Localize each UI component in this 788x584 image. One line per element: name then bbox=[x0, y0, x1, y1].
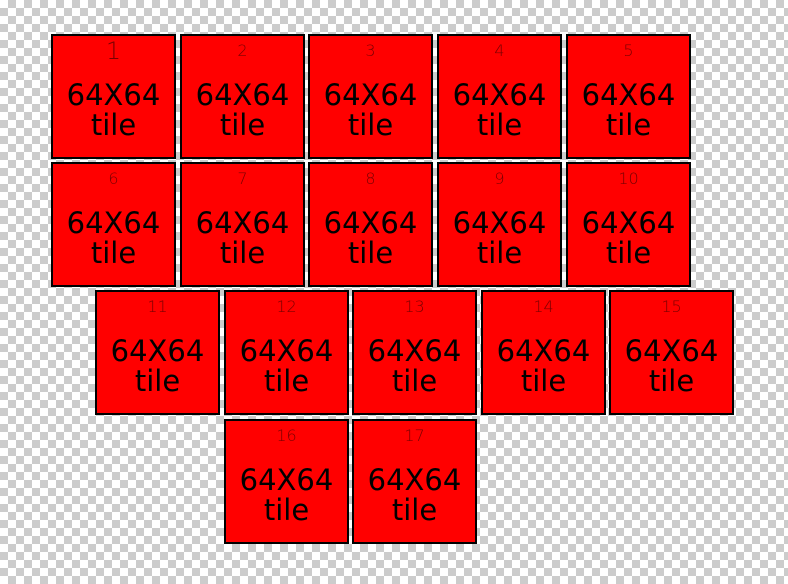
tile-word: tile bbox=[605, 108, 652, 142]
tile-size-label: 64X64 bbox=[110, 334, 205, 368]
tile-word: tile bbox=[520, 364, 567, 398]
tile-word: tile bbox=[391, 364, 438, 398]
tile-17: 17 64X64 tile bbox=[352, 419, 477, 544]
tile-14: 14 64X64 tile bbox=[481, 290, 606, 415]
tile-number: 15 bbox=[661, 297, 682, 316]
tile-4: 4 64X64 tile bbox=[437, 34, 562, 159]
tile-number: 7 bbox=[237, 169, 248, 188]
tile-10: 10 64X64 tile bbox=[566, 162, 691, 287]
tile-number: 9 bbox=[494, 169, 505, 188]
tile-16: 16 64X64 tile bbox=[224, 419, 349, 544]
tile-2: 2 64X64 tile bbox=[180, 34, 305, 159]
tile-word: tile bbox=[476, 236, 523, 270]
tile-3: 3 64X64 tile bbox=[308, 34, 433, 159]
tile-size-label: 64X64 bbox=[581, 206, 676, 240]
tile-12: 12 64X64 tile bbox=[224, 290, 349, 415]
tile-size-label: 64X64 bbox=[195, 78, 290, 112]
tile-size-label: 64X64 bbox=[195, 206, 290, 240]
tile-word: tile bbox=[263, 364, 310, 398]
tile-number: 14 bbox=[533, 297, 554, 316]
tile-word: tile bbox=[347, 108, 394, 142]
tile-word: tile bbox=[134, 364, 181, 398]
tile-number: 11 bbox=[147, 297, 168, 316]
tile-size-label: 64X64 bbox=[496, 334, 591, 368]
tile-size-label: 64X64 bbox=[581, 78, 676, 112]
tile-size-label: 64X64 bbox=[367, 463, 462, 497]
tile-number: 6 bbox=[108, 169, 119, 188]
tile-13: 13 64X64 tile bbox=[352, 290, 477, 415]
tile-word: tile bbox=[90, 236, 137, 270]
tile-number: 12 bbox=[276, 297, 297, 316]
tile-number: 8 bbox=[365, 169, 376, 188]
tile-word: tile bbox=[219, 236, 266, 270]
tile-number: 5 bbox=[623, 41, 634, 60]
tile-number: 2 bbox=[237, 41, 248, 60]
tile-15: 15 64X64 tile bbox=[609, 290, 734, 415]
tile-number: 10 bbox=[618, 169, 639, 188]
tile-number: 17 bbox=[404, 426, 425, 445]
tile-word: tile bbox=[347, 236, 394, 270]
tileset-canvas: { "tiles": [ {"number": "1", "size_label… bbox=[0, 0, 788, 584]
tile-number: 4 bbox=[494, 41, 505, 60]
tile-7: 7 64X64 tile bbox=[180, 162, 305, 287]
tile-word: tile bbox=[263, 493, 310, 527]
tile-8: 8 64X64 tile bbox=[308, 162, 433, 287]
tile-9: 9 64X64 tile bbox=[437, 162, 562, 287]
tile-number: 13 bbox=[404, 297, 425, 316]
tile-size-label: 64X64 bbox=[624, 334, 719, 368]
tile-6: 6 64X64 tile bbox=[51, 162, 176, 287]
tile-word: tile bbox=[391, 493, 438, 527]
tile-number: 1 bbox=[105, 37, 122, 65]
tile-word: tile bbox=[648, 364, 695, 398]
tile-5: 5 64X64 tile bbox=[566, 34, 691, 159]
tile-word: tile bbox=[219, 108, 266, 142]
tile-size-label: 64X64 bbox=[452, 206, 547, 240]
tile-1: 1 64X64 tile bbox=[51, 34, 176, 159]
tile-size-label: 64X64 bbox=[367, 334, 462, 368]
tile-word: tile bbox=[90, 108, 137, 142]
tile-size-label: 64X64 bbox=[323, 206, 418, 240]
tile-number: 3 bbox=[365, 41, 376, 60]
tile-size-label: 64X64 bbox=[452, 78, 547, 112]
tile-size-label: 64X64 bbox=[239, 463, 334, 497]
tile-size-label: 64X64 bbox=[66, 78, 161, 112]
tile-size-label: 64X64 bbox=[239, 334, 334, 368]
tile-size-label: 64X64 bbox=[66, 206, 161, 240]
tile-word: tile bbox=[605, 236, 652, 270]
tile-number: 16 bbox=[276, 426, 297, 445]
tile-size-label: 64X64 bbox=[323, 78, 418, 112]
tile-11: 11 64X64 tile bbox=[95, 290, 220, 415]
tile-word: tile bbox=[476, 108, 523, 142]
